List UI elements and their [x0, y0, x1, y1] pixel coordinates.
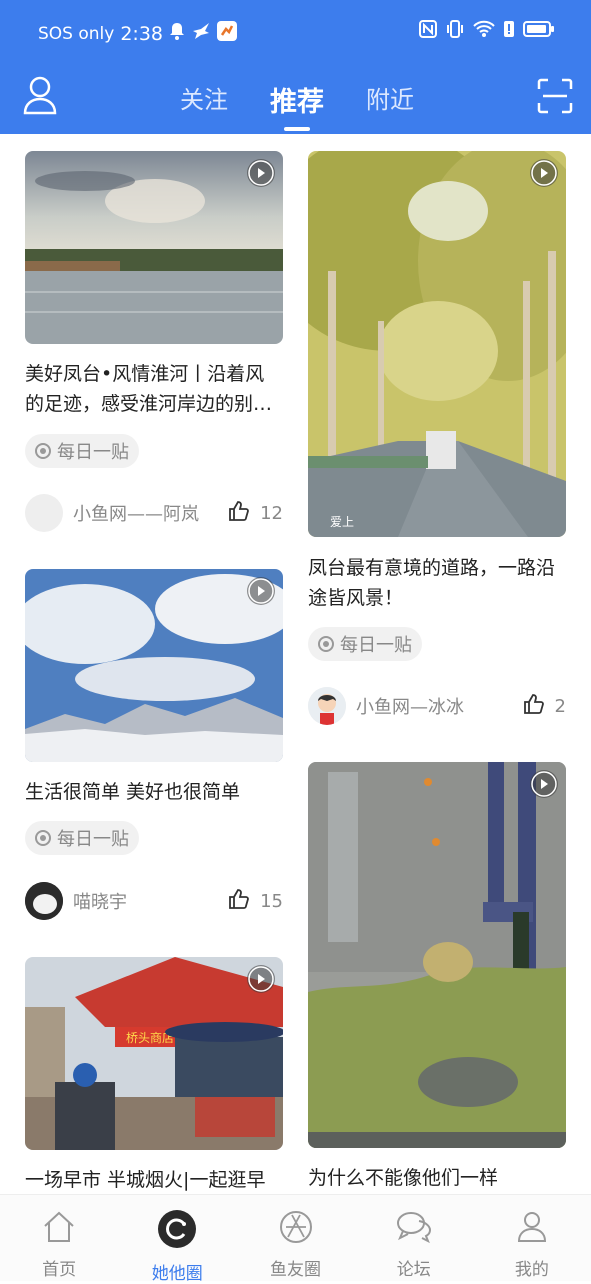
- tab-follow[interactable]: 关注: [180, 80, 228, 119]
- post-title[interactable]: 一场早市 半城烟火|一起逛早: [25, 1165, 283, 1194]
- app-notification-icon: [217, 21, 237, 46]
- like-button[interactable]: 15: [228, 888, 283, 915]
- chat-bubble-icon: [395, 1209, 433, 1249]
- post-card[interactable]: 生活很简单 美好也很简单 每日一贴 喵晓宇 15: [25, 569, 283, 929]
- alert-icon: [503, 20, 515, 42]
- circle-icon: [157, 1209, 197, 1253]
- like-count: 15: [260, 890, 283, 912]
- post-author-row: 喵晓宇 15: [25, 881, 283, 921]
- topic-tag[interactable]: 每日一贴: [308, 627, 422, 661]
- bottom-nav: 首页 她他圈 鱼友圈 论坛 我的: [0, 1194, 591, 1284]
- nav-label: 论坛: [396, 1260, 431, 1280]
- topic-tag[interactable]: 每日一贴: [25, 434, 139, 468]
- app-header: 关注 推荐 附近: [0, 66, 591, 134]
- vibrate-icon: [445, 20, 465, 42]
- wifi-icon: [473, 20, 495, 42]
- bell-icon: [169, 22, 185, 45]
- post-thumbnail[interactable]: [308, 762, 566, 1148]
- author-name[interactable]: 喵晓宇: [73, 888, 228, 914]
- nav-forum[interactable]: 论坛: [355, 1195, 473, 1281]
- like-button[interactable]: 2: [523, 693, 566, 720]
- play-icon: [247, 159, 275, 187]
- like-count: 12: [260, 502, 283, 524]
- topic-icon: [318, 636, 334, 652]
- avatar[interactable]: [25, 494, 63, 532]
- like-count: 2: [554, 695, 566, 717]
- play-icon: [530, 770, 558, 798]
- play-icon: [247, 577, 275, 605]
- thumbs-up-icon: [228, 500, 250, 527]
- topic-icon: [35, 443, 51, 459]
- author-name[interactable]: 小鱼网—冰冰: [356, 693, 523, 719]
- topic-tag[interactable]: 每日一贴: [25, 821, 139, 855]
- home-icon: [41, 1209, 77, 1249]
- carrier-text: SOS only: [38, 23, 115, 44]
- post-title[interactable]: 凤台最有意境的道路，一路沿途皆风景！: [308, 553, 566, 613]
- tag-label: 每日一贴: [340, 635, 412, 656]
- post-thumbnail[interactable]: 桥头商店: [25, 957, 283, 1150]
- post-card[interactable]: 桥头商店 一场早市 半城烟火|一起逛早: [25, 957, 283, 1194]
- person-icon: [514, 1209, 550, 1249]
- avatar[interactable]: [308, 687, 346, 725]
- scan-icon[interactable]: [537, 78, 573, 114]
- post-thumbnail[interactable]: [25, 151, 283, 344]
- post-author-row: 小鱼网—冰冰 2: [308, 686, 566, 726]
- status-bar: SOS only 2:38: [0, 0, 591, 66]
- profile-icon[interactable]: [22, 76, 58, 116]
- author-name[interactable]: 小鱼网——阿岚: [73, 500, 228, 526]
- nav-fish-friends[interactable]: 鱼友圈: [236, 1195, 354, 1281]
- tag-label: 每日一贴: [57, 442, 129, 463]
- post-title[interactable]: 为什么不能像他们一样: [308, 1163, 566, 1193]
- post-card[interactable]: 爱上 凤台最有意境的道路，一路沿途皆风景！ 每日一贴 小鱼网—冰冰 2: [308, 151, 566, 731]
- post-title[interactable]: 生活很简单 美好也很简单: [25, 777, 283, 807]
- post-card[interactable]: 为什么不能像他们一样: [308, 762, 566, 1194]
- bird-icon: [191, 22, 211, 45]
- thumbs-up-icon: [228, 888, 250, 915]
- nav-label: 她他圈: [151, 1264, 203, 1284]
- play-icon: [247, 965, 275, 993]
- svg-text:爱上: 爱上: [330, 515, 354, 529]
- feed-column-left: 美好凤台•风情淮河丨沿着风的足迹，感受淮河岸边的别… 每日一贴 小鱼网——阿岚 …: [25, 134, 283, 1194]
- clock: 2:38: [120, 22, 163, 45]
- feed-tabs: 关注 推荐 附近: [180, 80, 414, 131]
- feed-column-right: 爱上 凤台最有意境的道路，一路沿途皆风景！ 每日一贴 小鱼网—冰冰 2 为什么不…: [308, 134, 566, 1194]
- tab-nearby[interactable]: 附近: [366, 80, 414, 119]
- nav-label: 我的: [514, 1260, 549, 1280]
- status-left: SOS only 2:38: [38, 21, 237, 46]
- tab-recommend[interactable]: 推荐: [270, 80, 324, 131]
- status-right: [419, 20, 555, 42]
- aperture-icon: [278, 1209, 314, 1249]
- battery-icon: [523, 20, 555, 42]
- post-author-row: 小鱼网——阿岚 12: [25, 493, 283, 533]
- like-button[interactable]: 12: [228, 500, 283, 527]
- nav-home[interactable]: 首页: [0, 1195, 118, 1281]
- play-icon: [530, 159, 558, 187]
- feed: 美好凤台•风情淮河丨沿着风的足迹，感受淮河岸边的别… 每日一贴 小鱼网——阿岚 …: [0, 134, 591, 1194]
- post-card[interactable]: 美好凤台•风情淮河丨沿着风的足迹，感受淮河岸边的别… 每日一贴 小鱼网——阿岚 …: [25, 151, 283, 533]
- topic-icon: [35, 830, 51, 846]
- nav-label: 鱼友圈: [270, 1260, 321, 1280]
- post-title[interactable]: 美好凤台•风情淮河丨沿着风的足迹，感受淮河岸边的别…: [25, 359, 283, 419]
- nfc-icon: [419, 20, 437, 42]
- post-thumbnail[interactable]: [25, 569, 283, 762]
- nav-mine[interactable]: 我的: [473, 1195, 591, 1281]
- post-thumbnail[interactable]: 爱上: [308, 151, 566, 537]
- thumbs-up-icon: [523, 693, 545, 720]
- avatar[interactable]: [25, 882, 63, 920]
- nav-label: 首页: [42, 1260, 77, 1280]
- nav-circle[interactable]: 她他圈: [118, 1195, 236, 1284]
- tag-label: 每日一贴: [57, 829, 129, 850]
